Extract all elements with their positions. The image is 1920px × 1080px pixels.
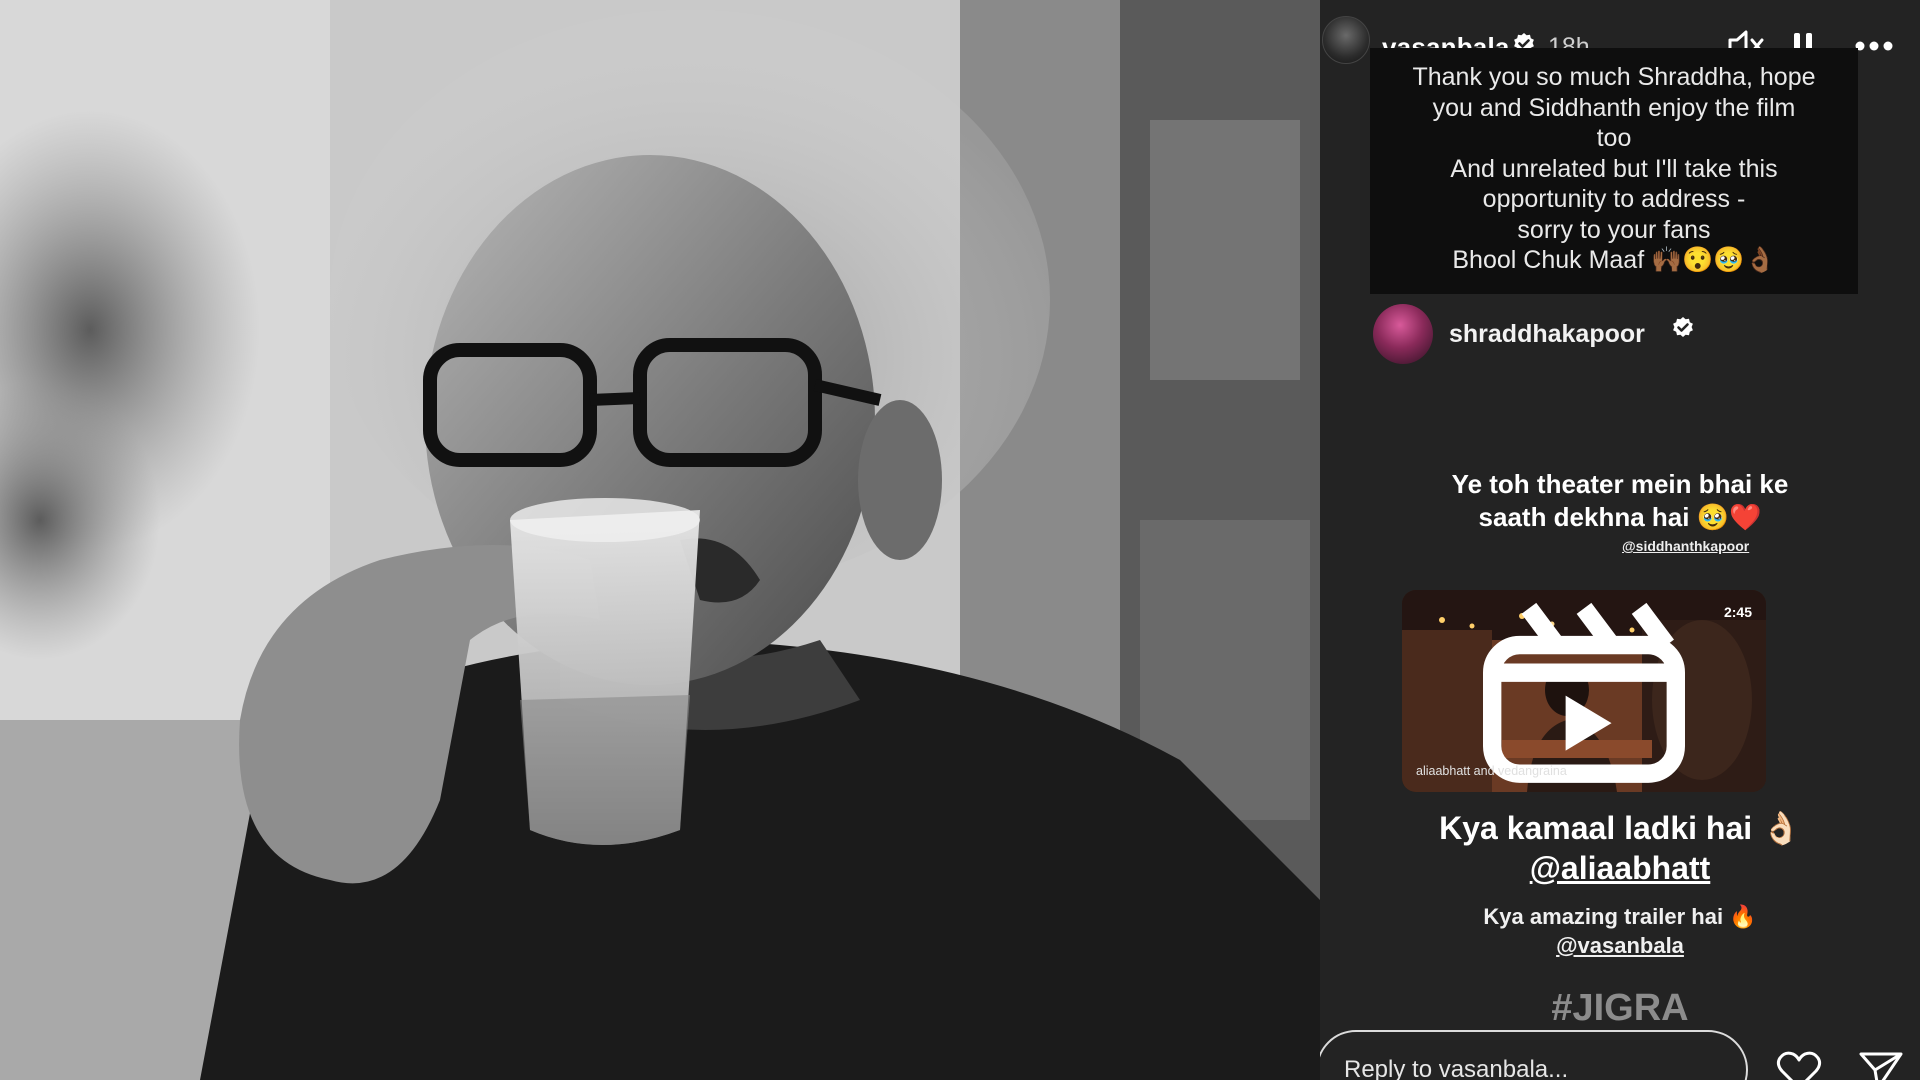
mention-link[interactable]: @aliaabhatt [1320, 848, 1920, 888]
story-text-line: Thank you so much Shraddha, hope [1412, 63, 1816, 91]
shared-caption: Ye toh theater mein bhai ke saath dekhna… [1320, 468, 1920, 534]
hashtag-sticker[interactable]: #JIGRA [1320, 987, 1920, 1030]
reel-preview-card[interactable]: 2:45 aliaabhatt and vedangraina [1402, 590, 1766, 792]
story-viewer: vasanbala 18h Thank you so much Shraddha… [1320, 0, 1920, 1080]
shared-caption-3: Kya amazing trailer hai 🔥 @vasanbala [1320, 902, 1920, 960]
caption-line: Kya kamaal ladki hai 👌🏻 [1439, 810, 1801, 846]
story-text-line: sorry to your fans [1517, 215, 1711, 244]
shared-story-author[interactable]: shraddhakapoor [1373, 304, 1773, 368]
story-text-line: too [1596, 124, 1632, 152]
caption-line: Kya amazing trailer hai 🔥 [1483, 904, 1757, 929]
mention-link[interactable]: @siddhanthkapoor [1622, 538, 1749, 554]
reel-credit: aliaabhatt and vedangraina [1416, 764, 1567, 778]
story-background-photo [0, 0, 1320, 1080]
story-text-line: you and Siddhanth enjoy the film [1432, 93, 1796, 122]
reel-duration: 2:45 [1723, 604, 1752, 620]
story-text-line: And unrelated but I'll take this [1450, 154, 1778, 183]
mention-link[interactable]: @vasanbala [1320, 931, 1920, 960]
story-text-box: Thank you so much Shraddha, hope you and… [1370, 48, 1858, 294]
avatar[interactable] [1322, 16, 1370, 64]
reply-input[interactable] [1320, 1030, 1748, 1080]
caption-line: saath dekhna hai 🥹❤️ [1478, 502, 1762, 532]
story-text-line: opportunity to address - [1482, 185, 1746, 213]
story-text-line: Bhool Chuk Maaf 🙌🏾😯🥹👌🏾 [1452, 246, 1776, 274]
shared-author-name[interactable]: shraddhakapoor [1449, 320, 1645, 349]
avatar[interactable] [1373, 304, 1433, 364]
verified-badge-icon [1673, 317, 1693, 337]
more-horizontal-icon[interactable] [1852, 28, 1896, 64]
shared-caption-2: Kya kamaal ladki hai 👌🏻 @aliaabhatt [1320, 808, 1920, 888]
reel-clapper-icon [1483, 602, 1685, 783]
photo-illustration [0, 0, 1320, 1080]
caption-line: Ye toh theater mein bhai ke [1451, 469, 1789, 499]
heart-icon[interactable] [1776, 1050, 1822, 1080]
send-icon[interactable] [1858, 1050, 1904, 1080]
